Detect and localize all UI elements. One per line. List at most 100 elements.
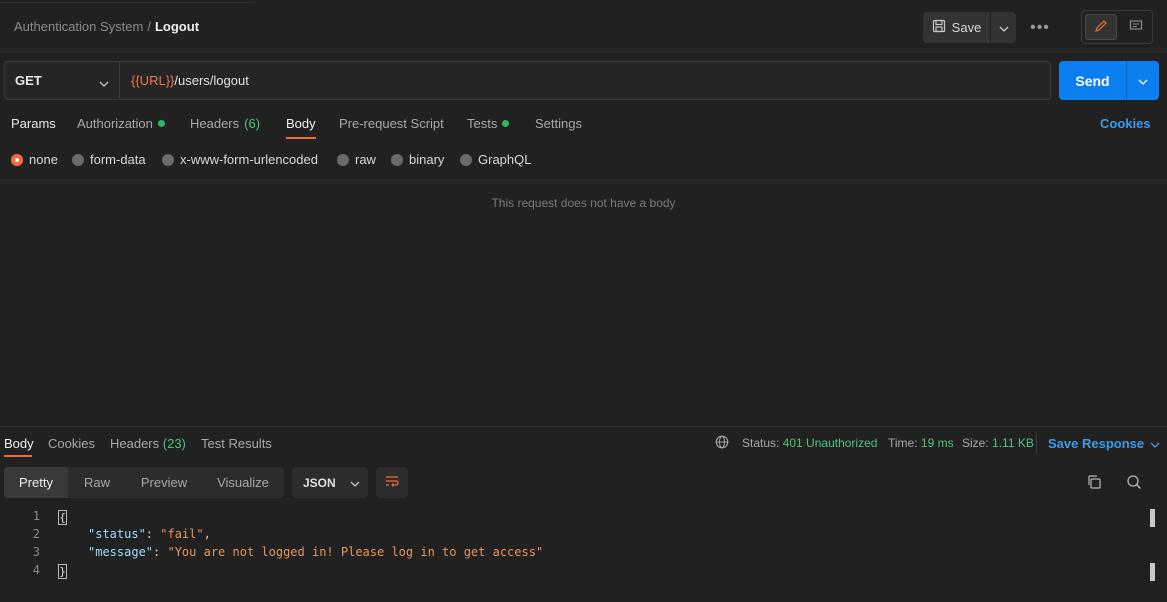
pencil-icon bbox=[1094, 19, 1108, 36]
body-divider bbox=[0, 180, 1167, 181]
radio-none-label: none bbox=[29, 152, 58, 167]
radio-binary[interactable]: binary bbox=[391, 152, 444, 167]
code-line: 4 } bbox=[0, 563, 1140, 581]
url-variable: {{URL}} bbox=[131, 73, 175, 88]
search-icon[interactable] bbox=[1126, 474, 1142, 493]
tab-pre-request-script[interactable]: Pre-request Script bbox=[339, 116, 444, 131]
view-visualize-button[interactable]: Visualize bbox=[202, 467, 284, 498]
format-select[interactable]: JSON bbox=[292, 467, 368, 498]
line-number: 4 bbox=[32, 563, 40, 577]
response-tab-headers-count: (23) bbox=[162, 436, 186, 451]
empty-body-message: This request does not have a body bbox=[491, 196, 676, 210]
json-key: "status" bbox=[88, 527, 146, 541]
tab-headers-label: Headers bbox=[190, 116, 240, 131]
radio-selected-icon bbox=[11, 153, 23, 166]
size-value: 1.11 KB bbox=[992, 436, 1034, 450]
status-dot bbox=[157, 120, 165, 127]
breadcrumb: Authentication System / Logout bbox=[14, 19, 199, 34]
send-button-group: Send bbox=[1059, 61, 1159, 100]
send-button[interactable]: Send bbox=[1059, 61, 1126, 100]
radio-urlencoded-label: x-www-form-urlencoded bbox=[180, 152, 318, 167]
cookies-link[interactable]: Cookies bbox=[1100, 116, 1151, 131]
code-line: 2 "status": "fail", bbox=[0, 527, 1140, 545]
active-tab-indicator bbox=[286, 137, 316, 139]
scrollbar-marker[interactable] bbox=[1150, 563, 1155, 581]
tab-authorization-label: Authorization bbox=[77, 116, 153, 131]
meta-separator bbox=[1036, 432, 1037, 454]
method-label: GET bbox=[15, 73, 42, 88]
radio-urlencoded[interactable]: x-www-form-urlencoded bbox=[162, 152, 318, 167]
radio-form-data-label: form-data bbox=[90, 152, 146, 167]
json-colon: : bbox=[145, 527, 161, 541]
scrollbar-marker[interactable] bbox=[1150, 509, 1155, 527]
response-tab-headers-label: Headers bbox=[110, 436, 160, 451]
response-tab-test-results[interactable]: Test Results bbox=[201, 436, 272, 451]
documentation-mode-button[interactable] bbox=[1121, 14, 1151, 40]
response-tab-headers[interactable]: Headers (23) bbox=[110, 436, 186, 451]
active-response-tab-indicator bbox=[4, 455, 32, 457]
radio-icon bbox=[162, 153, 174, 166]
globe-icon[interactable] bbox=[715, 435, 729, 452]
save-response-button[interactable]: Save Response bbox=[1048, 436, 1160, 451]
size-label: Size: bbox=[962, 436, 989, 450]
response-view-modes: Pretty Raw Preview Visualize bbox=[4, 467, 284, 498]
view-raw-button[interactable]: Raw bbox=[68, 467, 126, 498]
radio-raw[interactable]: raw bbox=[337, 152, 376, 167]
response-divider[interactable] bbox=[0, 426, 1167, 427]
response-size[interactable]: Size: 1.11 KB bbox=[962, 436, 1034, 450]
line-number: 2 bbox=[32, 527, 40, 541]
url-input[interactable]: {{URL}}/users/logout bbox=[131, 73, 249, 88]
edit-mode-button[interactable] bbox=[1085, 14, 1117, 40]
breadcrumb-collection[interactable]: Authentication System bbox=[14, 19, 143, 34]
json-value: "fail" bbox=[160, 527, 204, 541]
radio-graphql[interactable]: GraphQL bbox=[460, 152, 531, 167]
tab-headers[interactable]: Headers (6) bbox=[190, 116, 260, 131]
url-bar: GET {{URL}}/users/logout bbox=[4, 61, 1051, 100]
tab-tests[interactable]: Tests bbox=[467, 116, 510, 131]
time-value: 19 ms bbox=[920, 436, 954, 450]
url-path: /users/logout bbox=[174, 73, 249, 88]
radio-icon bbox=[391, 153, 403, 166]
response-time[interactable]: Time: 19 ms bbox=[888, 436, 954, 450]
radio-none[interactable]: none bbox=[11, 152, 58, 167]
tab-params[interactable]: Params bbox=[11, 116, 56, 131]
copy-icon[interactable] bbox=[1086, 474, 1102, 493]
response-status[interactable]: Status: 401 Unauthorized bbox=[742, 436, 877, 450]
wrap-lines-button[interactable] bbox=[376, 467, 408, 498]
line-number: 1 bbox=[32, 509, 40, 523]
code-line: 3 "message": "You are not logged in! Ple… bbox=[0, 545, 1140, 563]
method-select[interactable]: GET bbox=[5, 62, 120, 99]
view-preview-button[interactable]: Preview bbox=[126, 467, 202, 498]
send-options-button[interactable] bbox=[1127, 61, 1159, 100]
save-options-button[interactable] bbox=[991, 12, 1016, 43]
status-label: Status: bbox=[742, 436, 780, 450]
request-tabs: Params Authorization Headers (6) Body Pre… bbox=[0, 112, 1167, 140]
save-response-label: Save Response bbox=[1048, 436, 1145, 451]
chevron-down-icon bbox=[999, 20, 1009, 35]
json-value: "You are not logged in! Please log in to… bbox=[167, 545, 544, 559]
code-line: 1 { bbox=[0, 509, 1140, 527]
more-actions-button[interactable]: ••• bbox=[1026, 12, 1054, 43]
radio-icon bbox=[72, 153, 84, 166]
mode-toggle bbox=[1081, 10, 1153, 44]
save-icon bbox=[932, 19, 946, 36]
more-icon: ••• bbox=[1030, 18, 1050, 36]
tab-pre-request-label: Pre-request Script bbox=[339, 116, 444, 131]
radio-icon bbox=[337, 153, 349, 166]
save-button[interactable]: Save bbox=[923, 12, 990, 43]
view-pretty-button[interactable]: Pretty bbox=[4, 467, 68, 498]
chevron-down-icon bbox=[1150, 436, 1160, 451]
response-tab-cookies[interactable]: Cookies bbox=[48, 436, 95, 451]
tab-settings[interactable]: Settings bbox=[535, 116, 582, 131]
tab-body[interactable]: Body bbox=[286, 116, 316, 131]
tab-authorization[interactable]: Authorization bbox=[77, 116, 165, 131]
time-label: Time: bbox=[888, 436, 918, 450]
breadcrumb-request-name[interactable]: Logout bbox=[155, 19, 199, 34]
radio-form-data[interactable]: form-data bbox=[72, 152, 146, 167]
chevron-down-icon bbox=[350, 476, 360, 490]
save-label: Save bbox=[951, 20, 982, 35]
chevron-down-icon bbox=[99, 75, 109, 90]
tab-params-label: Params bbox=[11, 116, 56, 131]
response-tab-body[interactable]: Body bbox=[4, 436, 34, 451]
radio-binary-label: binary bbox=[409, 152, 445, 167]
